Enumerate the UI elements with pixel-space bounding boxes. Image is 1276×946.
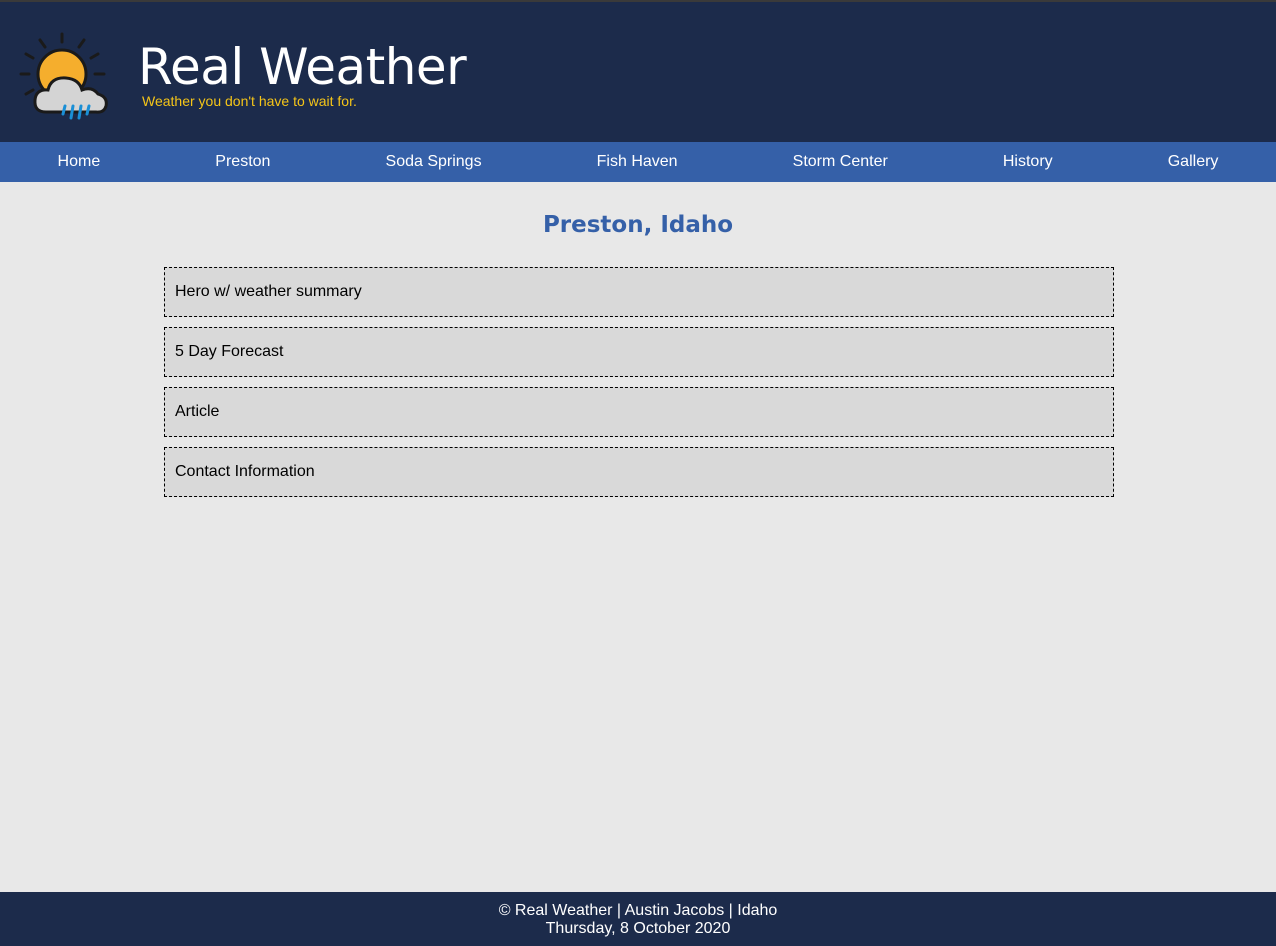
section-forecast: 5 Day Forecast (164, 327, 1114, 377)
nav-item-gallery[interactable]: Gallery (1168, 153, 1219, 171)
site-header: Real Weather Weather you don't have to w… (0, 2, 1276, 142)
footer-credits: © Real Weather | Austin Jacobs | Idaho (498, 902, 778, 919)
page-title: Preston, Idaho (542, 212, 734, 238)
section-list: Hero w/ weather summary 5 Day Forecast A… (164, 267, 1114, 507)
nav-item-storm-center[interactable]: Storm Center (793, 153, 888, 171)
nav-item-fish-haven[interactable]: Fish Haven (597, 153, 678, 171)
nav-item-preston[interactable]: Preston (215, 153, 270, 171)
main-nav: Home Preston Soda Springs Fish Haven Sto… (0, 142, 1276, 182)
main-content: Preston, Idaho Hero w/ weather summary 5… (0, 182, 1276, 892)
site-tagline: Weather you don't have to wait for. (142, 93, 357, 109)
section-contact: Contact Information (164, 447, 1114, 497)
site-footer: © Real Weather | Austin Jacobs | Idaho T… (0, 892, 1276, 946)
nav-item-soda-springs[interactable]: Soda Springs (386, 153, 482, 171)
site-title: Real Weather (138, 38, 467, 96)
nav-item-history[interactable]: History (1003, 153, 1053, 171)
nav-item-home[interactable]: Home (58, 153, 101, 171)
section-hero: Hero w/ weather summary (164, 267, 1114, 317)
sun-cloud-rain-icon (19, 32, 108, 120)
footer-date: Thursday, 8 October 2020 (545, 920, 731, 937)
section-article: Article (164, 387, 1114, 437)
